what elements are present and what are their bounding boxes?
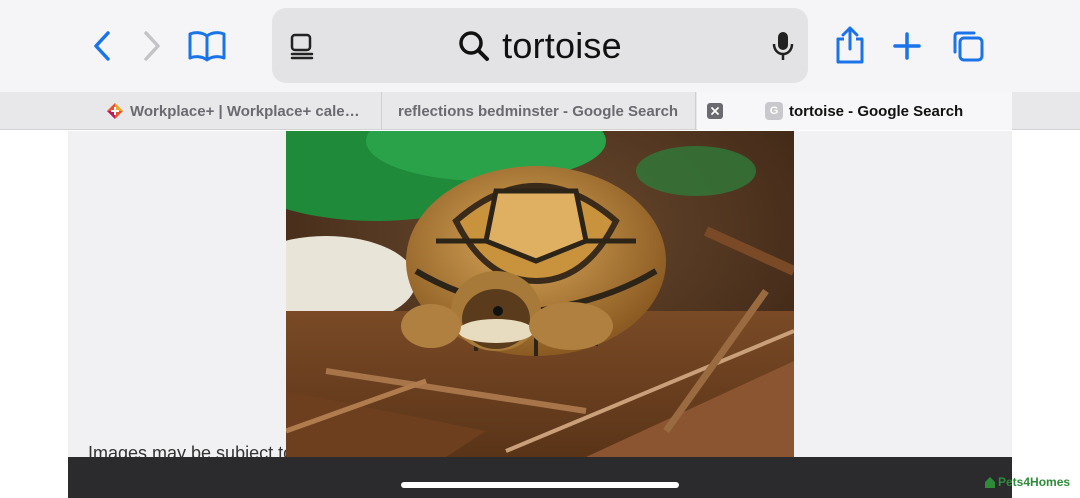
- microphone-icon: [772, 32, 794, 60]
- magnifier-icon: [459, 30, 490, 61]
- watermark: Pets4Homes: [984, 475, 1070, 489]
- microphone-button[interactable]: [768, 26, 798, 66]
- google-favicon-icon: G: [765, 102, 783, 120]
- share-button[interactable]: [828, 22, 872, 68]
- tab-workplace[interactable]: Workplace+ | Workplace+ cale…: [100, 92, 382, 130]
- tab-label: reflections bedminster - Google Search: [398, 102, 679, 120]
- tortoise-image[interactable]: [286, 131, 794, 457]
- plus-icon: [893, 32, 921, 60]
- close-tab-button[interactable]: [707, 103, 723, 119]
- tab-bar: Workplace+ | Workplace+ cale… reflection…: [0, 92, 1080, 130]
- close-icon: [711, 107, 719, 115]
- tab-label: Workplace+ | Workplace+ cale…: [130, 102, 360, 120]
- search-field[interactable]: tortoise: [332, 8, 748, 83]
- chevron-right-icon: [144, 31, 160, 61]
- search-query-text[interactable]: tortoise: [502, 25, 622, 67]
- tab-label: tortoise - Google Search: [789, 102, 964, 120]
- book-icon: [188, 31, 226, 62]
- bookmarks-button[interactable]: [184, 26, 230, 66]
- new-tab-button[interactable]: [886, 24, 928, 68]
- chevron-left-icon: [94, 31, 110, 61]
- browser-toolbar: tortoise: [0, 0, 1080, 92]
- back-button[interactable]: [84, 26, 120, 66]
- tab-overview-button[interactable]: [946, 24, 990, 68]
- tab-tortoise[interactable]: G tortoise - Google Search: [697, 92, 1012, 130]
- forward-button[interactable]: [134, 26, 170, 66]
- tortoise-photo-icon: [286, 131, 794, 457]
- bottom-overlay-bar: [68, 457, 1012, 498]
- home-indicator[interactable]: [401, 482, 679, 488]
- tab-reflections-bedminster[interactable]: reflections bedminster - Google Search: [384, 92, 696, 130]
- reader-icon: [290, 33, 314, 60]
- watermark-text: Pets4Homes: [998, 475, 1071, 489]
- address-bar[interactable]: tortoise: [272, 8, 808, 83]
- reader-button[interactable]: [282, 26, 322, 66]
- workplace-favicon-icon: [107, 103, 123, 119]
- page-content: Images may be subject to copyright. Lear…: [68, 131, 1012, 498]
- house-paw-icon: [985, 477, 995, 488]
- share-icon: [836, 26, 864, 64]
- tabs-icon: [953, 31, 984, 62]
